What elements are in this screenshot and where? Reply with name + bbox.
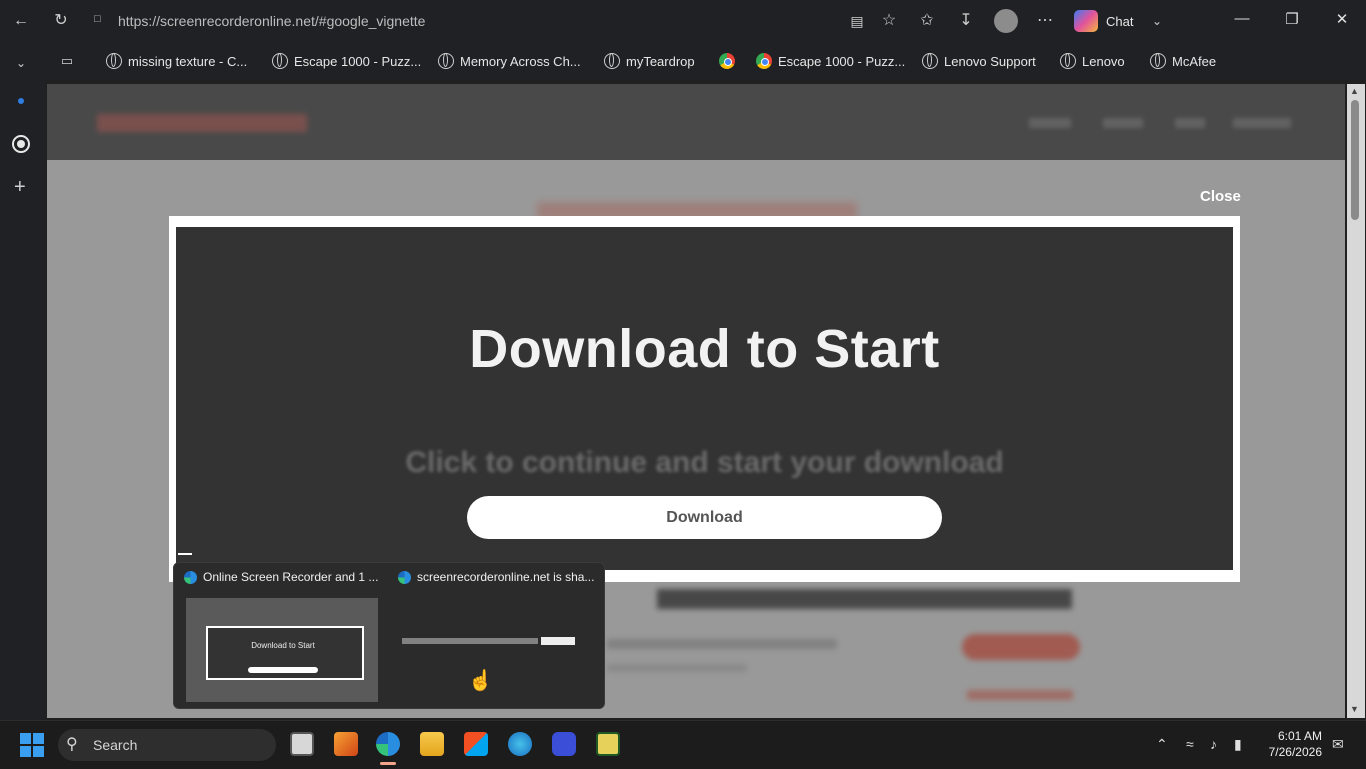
clock-time[interactable]: 6:01 AM — [1272, 729, 1322, 743]
bookmark-item[interactable]: Lenovo Support — [922, 51, 1036, 71]
preview-active-indicator — [178, 553, 192, 555]
battery-icon[interactable]: ▮ — [1234, 736, 1242, 753]
chrome-icon — [719, 53, 735, 69]
wifi-icon[interactable]: ≈ — [1186, 736, 1194, 752]
bookmark-label: Memory Across Ch... — [460, 53, 581, 69]
globe-icon — [1150, 53, 1166, 69]
preview-thumbnail-2[interactable] — [398, 598, 594, 702]
record-icon[interactable] — [12, 135, 30, 153]
bookmark-item[interactable]: Memory Across Ch... — [438, 51, 581, 71]
globe-icon — [922, 53, 938, 69]
search-icon: ⚲ — [66, 736, 78, 753]
thumbnail-button — [541, 637, 575, 645]
bookmark-label: Lenovo — [1082, 53, 1125, 69]
more-menu-icon[interactable]: ⋯ — [1034, 10, 1056, 32]
scroll-up-icon[interactable]: ▲ — [1350, 86, 1359, 96]
minimize-icon[interactable]: — — [1230, 10, 1254, 32]
preview-window-2[interactable]: screenrecorderonline.net is sha... — [398, 570, 594, 584]
scroll-down-icon[interactable]: ▼ — [1350, 704, 1359, 714]
preview-window-1[interactable]: Online Screen Recorder and 1 ... — [184, 570, 378, 584]
file-explorer-icon[interactable] — [420, 732, 444, 756]
download-icon[interactable]: ↧ — [955, 10, 977, 32]
bookmark-label: McAfee — [1172, 53, 1217, 69]
bookmark-label: myTeardrop — [626, 53, 695, 69]
favorites-list-icon[interactable]: ✩ — [916, 10, 938, 32]
thumbnail-title: Download to Start — [251, 641, 315, 650]
chevron-down-icon[interactable]: ⌄ — [1146, 10, 1168, 32]
globe-icon — [604, 53, 620, 69]
globe-icon — [106, 53, 122, 69]
download-button[interactable]: Download — [467, 496, 942, 539]
scroll-thumb[interactable] — [1351, 100, 1359, 220]
bookmark-label: missing texture - C... — [128, 53, 248, 69]
edge-icon — [398, 570, 411, 584]
profile-avatar[interactable] — [994, 9, 1018, 33]
favorite-star-icon[interactable]: ☆ — [878, 10, 900, 32]
bookmark-item[interactable]: missing texture - C... — [106, 51, 247, 71]
show-hidden-icons-chevron[interactable]: ⌃ — [1156, 736, 1168, 753]
taskbar-search-label[interactable]: Search — [93, 737, 137, 753]
edge-icon — [184, 570, 197, 584]
bookmark-item[interactable]: myTeardrop — [604, 51, 695, 71]
copilot-icon[interactable] — [1074, 10, 1098, 32]
chrome-icon — [756, 53, 772, 69]
game-app-icon[interactable] — [552, 732, 576, 756]
reader-view-icon[interactable]: ▤ — [846, 10, 868, 32]
firefox-icon[interactable] — [334, 732, 358, 756]
url-text[interactable]: https://screenrecorderonline.net/#google… — [118, 13, 425, 29]
bookmark-label: Escape 1000 - Puzz... — [778, 53, 906, 69]
copilot-chat-label[interactable]: Chat — [1106, 14, 1133, 29]
bookmark-label: Escape 1000 - Puzz... — [294, 53, 422, 69]
edge-taskbar-icon[interactable] — [376, 732, 400, 756]
browser-globe-icon[interactable] — [508, 732, 532, 756]
bookmark-item[interactable] — [719, 51, 735, 71]
modal-subtitle: Click to continue and start your downloa… — [405, 446, 1004, 479]
task-view-icon[interactable] — [290, 732, 314, 756]
globe-icon — [272, 53, 288, 69]
modal-title: Download to Start — [469, 319, 940, 379]
volume-icon[interactable]: ♪ — [1210, 736, 1217, 752]
globe-icon — [438, 53, 454, 69]
clock-date[interactable]: 7/26/2026 — [1262, 745, 1322, 759]
microsoft-store-icon[interactable] — [464, 732, 488, 756]
thumbnail-button — [248, 667, 318, 673]
bookmark-item[interactable]: Escape 1000 - Puzz... — [272, 51, 421, 71]
notifications-icon[interactable]: ✉ — [1332, 736, 1344, 753]
hand-cursor-icon: ☝ — [468, 670, 493, 692]
active-app-indicator — [380, 762, 396, 765]
spreadsheet-app-icon[interactable] — [596, 732, 620, 756]
preview-title: screenrecorderonline.net is sha... — [417, 570, 595, 584]
thumbnail-banner — [402, 638, 538, 644]
restore-icon[interactable]: ❐ — [1280, 10, 1304, 32]
bookmark-item[interactable]: McAfee — [1150, 51, 1216, 71]
bookmark-item[interactable]: Lenovo — [1060, 51, 1125, 71]
bookmark-item[interactable]: Escape 1000 - Puzz... — [756, 51, 905, 71]
close-window-icon[interactable]: ✕ — [1330, 10, 1354, 32]
windows-start-icon[interactable] — [20, 733, 44, 757]
lock-icon[interactable]: □ — [94, 13, 101, 25]
preview-title: Online Screen Recorder and 1 ... — [203, 570, 379, 584]
sidebar-dot-icon[interactable] — [18, 98, 24, 104]
refresh-icon[interactable]: ↻ — [50, 10, 72, 32]
collections-icon[interactable]: ▭ — [56, 50, 78, 72]
modal-close-link[interactable]: Close — [1200, 188, 1241, 205]
taskbar-search-box[interactable] — [58, 729, 276, 761]
globe-icon — [1060, 53, 1076, 69]
tab-actions-chevron-icon[interactable]: ⌄ — [10, 52, 32, 74]
back-arrow-icon[interactable]: ← — [10, 10, 32, 32]
bookmark-label: Lenovo Support — [944, 53, 1036, 69]
add-icon[interactable]: + — [14, 176, 26, 199]
